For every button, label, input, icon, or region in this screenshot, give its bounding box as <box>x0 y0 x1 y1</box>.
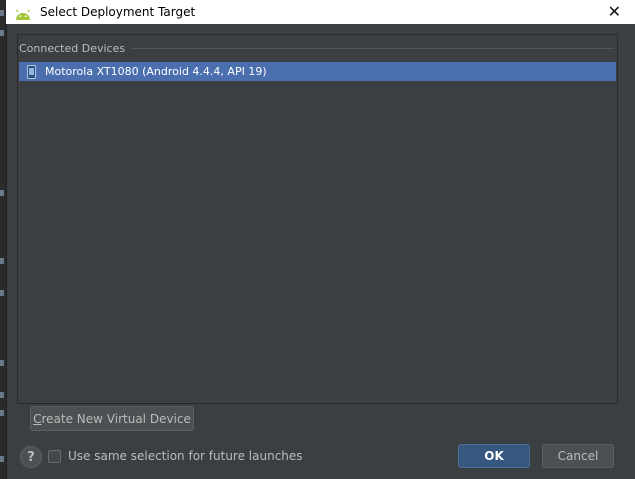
editor-gutter-mark <box>0 30 4 36</box>
deployment-dialog: Select Deployment Target ✕ Connected Dev… <box>0 0 635 479</box>
create-virtual-device-button[interactable]: Create New Virtual Device <box>30 406 194 431</box>
help-icon[interactable]: ? <box>20 446 42 468</box>
close-icon[interactable]: ✕ <box>608 2 621 21</box>
editor-gutter-mark <box>0 360 4 366</box>
editor-gutter-mark <box>0 10 4 16</box>
phone-icon <box>27 64 36 79</box>
ok-button[interactable]: OK <box>458 444 530 468</box>
editor-gutter-mark <box>0 190 4 196</box>
device-list-panel: Connected Devices Motorola XT1080 (Andro… <box>17 34 618 404</box>
title-bar[interactable]: Select Deployment Target ✕ <box>6 0 635 24</box>
section-divider <box>131 48 614 49</box>
editor-gutter-mark <box>0 410 4 416</box>
device-list-item[interactable]: Motorola XT1080 (Android 4.4.4, API 19) <box>19 62 616 81</box>
checkbox-label: Use same selection for future launches <box>68 449 303 463</box>
editor-gutter-mark <box>0 258 4 264</box>
editor-gutter-mark <box>0 392 4 398</box>
editor-background-strip <box>0 0 7 479</box>
remember-selection-checkbox[interactable]: Use same selection for future launches <box>48 449 303 463</box>
editor-gutter-mark <box>0 456 4 462</box>
create-button-label: reate New Virtual Device <box>41 411 191 426</box>
section-header: Connected Devices <box>19 42 616 55</box>
dialog-title: Select Deployment Target <box>40 5 196 19</box>
android-icon <box>14 6 32 20</box>
checkbox-box[interactable] <box>48 449 61 463</box>
section-label: Connected Devices <box>19 42 126 55</box>
create-button-mnemonic: C <box>33 411 42 426</box>
cancel-button[interactable]: Cancel <box>542 444 614 468</box>
device-label: Motorola XT1080 (Android 4.4.4, API 19) <box>45 65 267 78</box>
editor-gutter-mark <box>0 290 4 296</box>
